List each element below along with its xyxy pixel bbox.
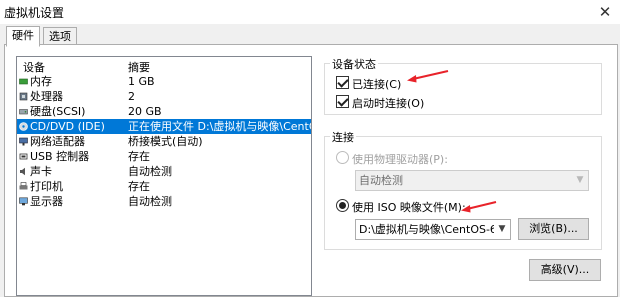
window-title: 虚拟机设置 [4,6,65,20]
device-summary: 1 GB [128,75,155,88]
device-row-processor[interactable]: 处理器 2 [17,89,311,104]
device-column-header[interactable]: 设备 [23,59,45,75]
device-name: 声卡 [30,165,52,178]
chevron-down-icon: ▼ [572,171,588,190]
connect-at-power-on-checkbox[interactable] [336,95,349,108]
iso-file-radio[interactable] [336,199,349,212]
device-summary: 20 GB [128,105,162,118]
network-adapter-icon [19,137,28,146]
device-row-printer[interactable]: 打印机 存在 [17,179,311,194]
advanced-button[interactable]: 高级(V)... [529,259,601,281]
memory-icon [19,78,28,85]
device-name: 硬盘(SCSI) [30,105,86,118]
connected-label: 已连接(C) [352,78,402,91]
usb-icon [19,153,28,160]
device-row-usb-controller[interactable]: USB 控制器 存在 [17,149,311,164]
device-row-sound-card[interactable]: 声卡 自动检测 [17,164,311,179]
device-row-network-adapter[interactable]: 网络适配器 桥接模式(自动) [17,134,311,149]
physical-drive-select[interactable]: 自动检测 ▼ [355,170,589,191]
iso-path-value: D:\虚拟机与映像\CentOS-6.6 [359,223,508,236]
processor-icon [19,92,28,101]
device-name: 打印机 [30,180,63,193]
title-bar: 虚拟机设置 ✕ [0,0,620,24]
device-name: 处理器 [30,90,63,103]
iso-file-label: 使用 ISO 映像文件(M): [352,201,466,214]
device-status-title: 设备状态 [330,56,378,72]
device-summary: 正在使用文件 D:\虚拟机与映像\CentOS-6.6 [128,120,311,133]
tab-hardware[interactable]: 硬件 [6,26,40,47]
device-name: 网络适配器 [30,135,85,148]
device-summary: 自动检测 [128,195,172,208]
device-name: 内存 [30,75,52,88]
cd-dvd-icon [19,122,28,131]
physical-drive-radio[interactable] [336,151,349,164]
device-summary: 自动检测 [128,165,172,178]
device-row-memory[interactable]: 内存 1 GB [17,74,311,89]
display-icon [19,197,28,206]
printer-icon [19,182,28,190]
connect-at-power-on-label: 启动时连接(O) [352,97,425,110]
device-summary: 2 [128,90,135,103]
device-row-hard-disk[interactable]: 硬盘(SCSI) 20 GB [17,104,311,119]
summary-column-header[interactable]: 摘要 [128,59,150,75]
device-name: USB 控制器 [30,150,90,163]
device-list[interactable]: 设备 摘要 内存 1 GB 处理器 2 硬盘(SCSI) 20 GB CD/DV… [16,56,312,296]
device-row-display[interactable]: 显示器 自动检测 [17,194,311,209]
device-name: CD/DVD (IDE) [30,120,105,133]
physical-drive-value: 自动检测 [359,174,403,187]
connection-title: 连接 [330,129,356,145]
annotation-arrow-icon [461,201,497,213]
device-name: 显示器 [30,195,63,208]
physical-drive-label: 使用物理驱动器(P): [352,153,448,166]
device-summary: 存在 [128,150,150,163]
iso-path-combobox[interactable]: D:\虚拟机与映像\CentOS-6.6 ▼ [355,219,511,240]
hard-disk-icon [19,109,28,115]
sound-card-icon [20,167,25,176]
chevron-down-icon: ▼ [494,220,510,239]
device-summary: 桥接模式(自动) [128,135,203,148]
device-row-cd-dvd[interactable]: CD/DVD (IDE) 正在使用文件 D:\虚拟机与映像\CentOS-6.6 [17,119,311,134]
browse-button[interactable]: 浏览(B)... [518,218,589,240]
close-icon[interactable]: ✕ [590,0,620,24]
annotation-arrow-icon [407,70,449,83]
device-summary: 存在 [128,180,150,193]
list-header: 设备 摘要 [17,59,311,75]
connected-checkbox[interactable] [336,76,349,89]
